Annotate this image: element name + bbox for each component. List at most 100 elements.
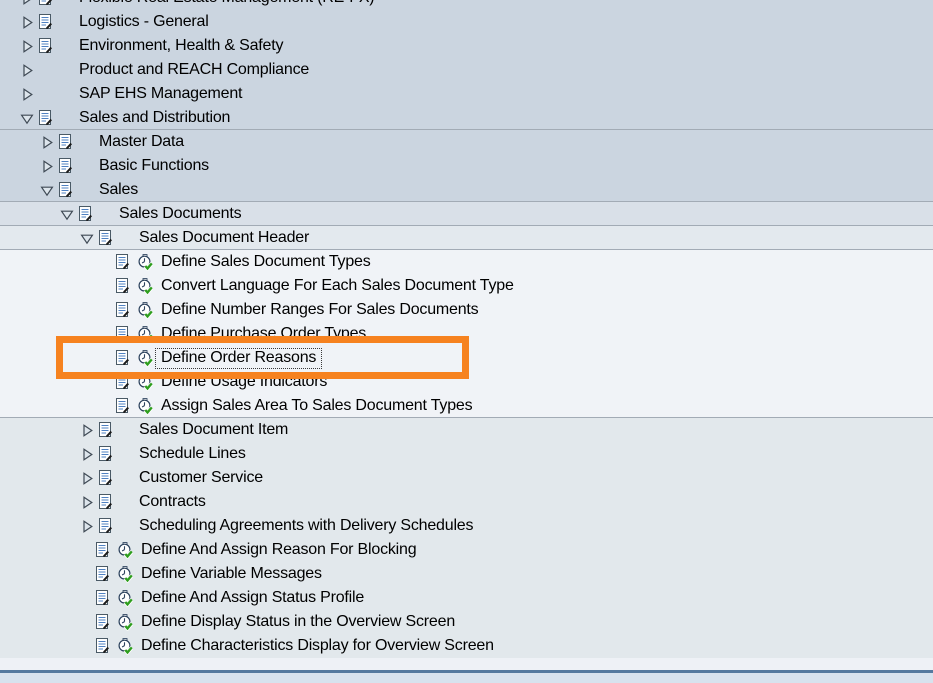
- tree-row-label[interactable]: Define And Assign Reason For Blocking: [141, 541, 416, 559]
- tree-row-label[interactable]: Define Display Status in the Overview Sc…: [141, 613, 455, 631]
- tree-row[interactable]: Environment, Health & Safety: [0, 34, 933, 58]
- tree-row[interactable]: Product and REACH Compliance: [0, 58, 933, 82]
- document-icon[interactable]: [38, 110, 53, 127]
- tree-row-label[interactable]: Define Order Reasons: [155, 348, 322, 369]
- execute-activity-icon[interactable]: [137, 278, 153, 295]
- tree-row-label[interactable]: Master Data: [99, 133, 184, 151]
- expand-toggle-icon[interactable]: [80, 495, 94, 509]
- tree-row-label[interactable]: Assign Sales Area To Sales Document Type…: [161, 397, 472, 415]
- document-icon[interactable]: [115, 302, 130, 319]
- expand-toggle-icon[interactable]: [40, 183, 54, 197]
- tree-row-label[interactable]: Define Purchase Order Types: [161, 325, 366, 343]
- tree-row[interactable]: Define Usage Indicators: [0, 370, 933, 394]
- tree-row[interactable]: Define Sales Document Types: [0, 250, 933, 274]
- tree-row-label[interactable]: Define Number Ranges For Sales Documents: [161, 301, 478, 319]
- execute-activity-icon[interactable]: [137, 254, 153, 271]
- execute-activity-icon[interactable]: [117, 638, 133, 655]
- document-icon[interactable]: [115, 374, 130, 391]
- tree-row[interactable]: Schedule Lines: [0, 442, 933, 466]
- tree-row-label[interactable]: Environment, Health & Safety: [79, 37, 283, 55]
- document-icon[interactable]: [95, 638, 110, 655]
- tree-row-label[interactable]: Sales Document Header: [139, 229, 309, 247]
- document-icon[interactable]: [98, 230, 113, 247]
- tree-row-label[interactable]: Basic Functions: [99, 157, 209, 175]
- expand-toggle-icon[interactable]: [20, 63, 34, 77]
- execute-activity-icon[interactable]: [137, 350, 153, 367]
- tree-row-label[interactable]: Convert Language For Each Sales Document…: [161, 277, 514, 295]
- expand-toggle-icon[interactable]: [20, 15, 34, 29]
- tree-row[interactable]: Define Number Ranges For Sales Documents: [0, 298, 933, 322]
- tree-row[interactable]: Sales Documents: [0, 202, 933, 226]
- document-icon[interactable]: [38, 38, 53, 55]
- tree-row[interactable]: Define And Assign Reason For Blocking: [0, 538, 933, 562]
- tree-row-label[interactable]: Define Sales Document Types: [161, 253, 371, 271]
- tree-row-label[interactable]: Schedule Lines: [139, 445, 246, 463]
- document-icon[interactable]: [115, 326, 130, 343]
- expand-toggle-icon[interactable]: [80, 471, 94, 485]
- tree-row-label[interactable]: Sales and Distribution: [79, 109, 230, 127]
- document-icon[interactable]: [95, 542, 110, 559]
- expand-toggle-icon[interactable]: [60, 207, 74, 221]
- document-icon[interactable]: [95, 614, 110, 631]
- expand-toggle-icon[interactable]: [80, 231, 94, 245]
- tree-row-label[interactable]: Define Variable Messages: [141, 565, 322, 583]
- tree-row-label[interactable]: Sales Documents: [119, 205, 241, 223]
- tree-row[interactable]: Define Purchase Order Types: [0, 322, 933, 346]
- tree-row[interactable]: Basic Functions: [0, 154, 933, 178]
- document-icon[interactable]: [98, 494, 113, 511]
- execute-activity-icon[interactable]: [137, 398, 153, 415]
- tree-row-label[interactable]: Sales Document Item: [139, 421, 288, 439]
- tree-row[interactable]: Flexible Real Estate Management (RE-FX): [0, 0, 933, 10]
- document-icon[interactable]: [78, 206, 93, 223]
- document-icon[interactable]: [115, 278, 130, 295]
- tree-row-label[interactable]: Define Usage Indicators: [161, 373, 327, 391]
- expand-toggle-icon[interactable]: [20, 111, 34, 125]
- document-icon[interactable]: [98, 470, 113, 487]
- tree-row[interactable]: Sales Document Header: [0, 226, 933, 250]
- tree-row[interactable]: Define And Assign Status Profile: [0, 586, 933, 610]
- expand-toggle-icon[interactable]: [40, 135, 54, 149]
- tree-row[interactable]: Customer Service: [0, 466, 933, 490]
- tree-row[interactable]: Assign Sales Area To Sales Document Type…: [0, 394, 933, 418]
- tree-row[interactable]: Sales and Distribution: [0, 106, 933, 130]
- document-icon[interactable]: [95, 566, 110, 583]
- execute-activity-icon[interactable]: [137, 374, 153, 391]
- tree-row[interactable]: Define Variable Messages: [0, 562, 933, 586]
- document-icon[interactable]: [98, 446, 113, 463]
- tree-row[interactable]: Define Order Reasons: [0, 346, 933, 370]
- document-icon[interactable]: [98, 422, 113, 439]
- tree-row[interactable]: Sales Document Item: [0, 418, 933, 442]
- expand-toggle-icon[interactable]: [80, 423, 94, 437]
- tree-row-label[interactable]: Define And Assign Status Profile: [141, 589, 364, 607]
- tree-row-label[interactable]: Logistics - General: [79, 13, 209, 31]
- execute-activity-icon[interactable]: [117, 614, 133, 631]
- tree-row[interactable]: Scheduling Agreements with Delivery Sche…: [0, 514, 933, 538]
- tree-row-label[interactable]: Define Characteristics Display for Overv…: [141, 637, 494, 655]
- tree-row-label[interactable]: Contracts: [139, 493, 206, 511]
- expand-toggle-icon[interactable]: [80, 519, 94, 533]
- execute-activity-icon[interactable]: [117, 590, 133, 607]
- document-icon[interactable]: [58, 134, 73, 151]
- document-icon[interactable]: [115, 254, 130, 271]
- document-icon[interactable]: [115, 350, 130, 367]
- expand-toggle-icon[interactable]: [20, 0, 34, 5]
- document-icon[interactable]: [38, 14, 53, 31]
- tree-row[interactable]: Define Display Status in the Overview Sc…: [0, 610, 933, 634]
- execute-activity-icon[interactable]: [117, 542, 133, 559]
- expand-toggle-icon[interactable]: [20, 39, 34, 53]
- execute-activity-icon[interactable]: [137, 302, 153, 319]
- tree-row[interactable]: Convert Language For Each Sales Document…: [0, 274, 933, 298]
- tree-row[interactable]: Define Characteristics Display for Overv…: [0, 634, 933, 658]
- document-icon[interactable]: [38, 0, 53, 7]
- expand-toggle-icon[interactable]: [80, 447, 94, 461]
- tree-row-label[interactable]: Customer Service: [139, 469, 263, 487]
- document-icon[interactable]: [58, 182, 73, 199]
- tree-row[interactable]: SAP EHS Management: [0, 82, 933, 106]
- tree-row[interactable]: Contracts: [0, 490, 933, 514]
- tree-row-label[interactable]: Scheduling Agreements with Delivery Sche…: [139, 517, 473, 535]
- execute-activity-icon[interactable]: [137, 326, 153, 343]
- tree-row-label[interactable]: Sales: [99, 181, 138, 199]
- document-icon[interactable]: [115, 398, 130, 415]
- document-icon[interactable]: [98, 518, 113, 535]
- document-icon[interactable]: [58, 158, 73, 175]
